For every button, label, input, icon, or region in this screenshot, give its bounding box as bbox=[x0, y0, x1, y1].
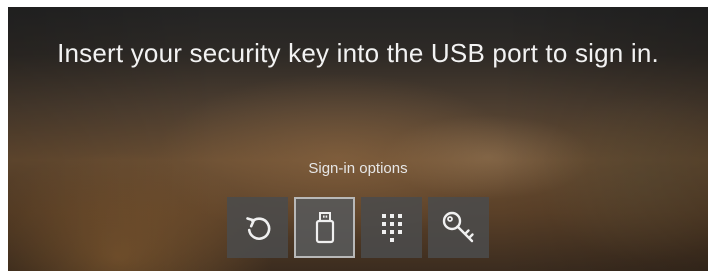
security-key-option-button[interactable] bbox=[294, 197, 355, 258]
password-option-button[interactable] bbox=[428, 197, 489, 258]
retry-option-button[interactable] bbox=[227, 197, 288, 258]
key-icon bbox=[441, 210, 477, 246]
usb-key-icon bbox=[313, 211, 337, 245]
refresh-icon bbox=[243, 213, 273, 243]
lock-screen: Insert your security key into the USB po… bbox=[8, 7, 708, 271]
pin-keypad-icon bbox=[379, 212, 405, 244]
security-key-prompt: Insert your security key into the USB po… bbox=[57, 38, 659, 68]
sign-in-options-row bbox=[227, 197, 489, 259]
pin-option-button[interactable] bbox=[361, 197, 422, 258]
sign-in-options-label: Sign-in options bbox=[308, 160, 408, 177]
